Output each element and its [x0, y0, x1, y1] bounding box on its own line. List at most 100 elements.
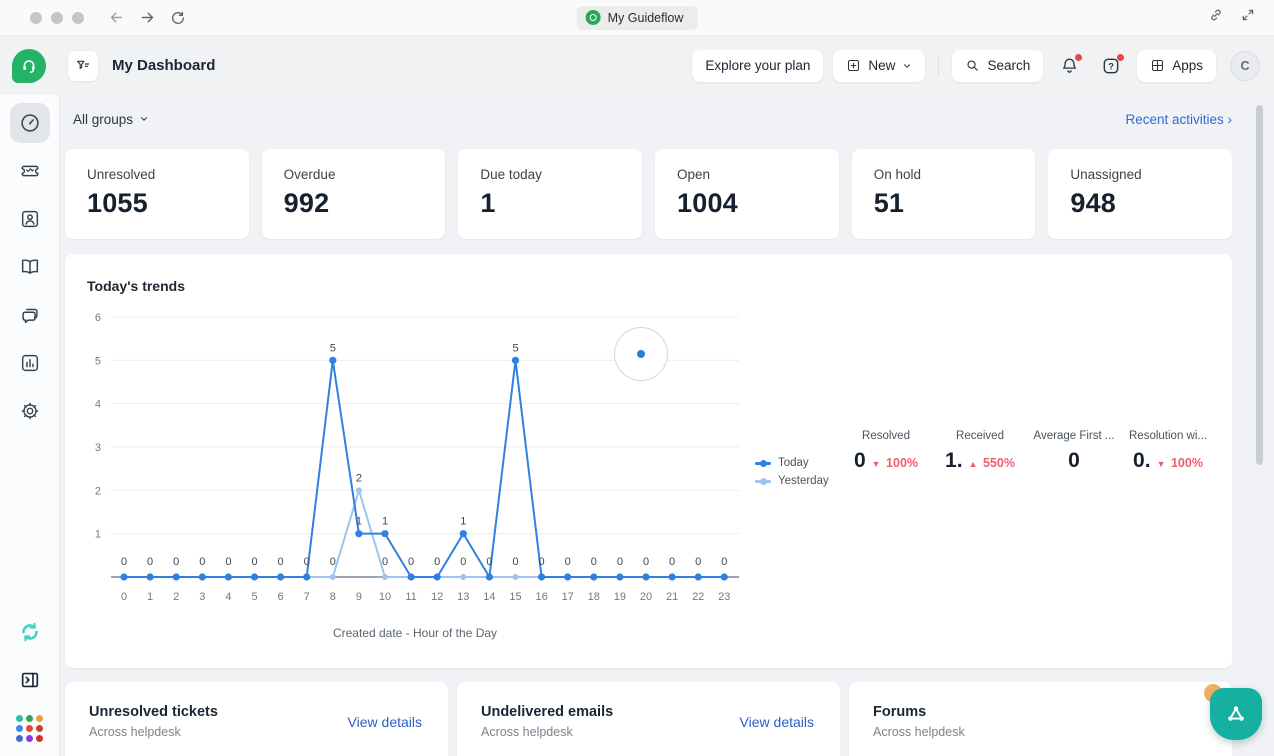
apps-button[interactable]: Apps	[1137, 50, 1216, 82]
svg-text:5: 5	[330, 342, 336, 354]
header-divider	[938, 56, 939, 76]
fullscreen-icon[interactable]	[1240, 7, 1256, 28]
stat-card-label: Unassigned	[1070, 167, 1210, 182]
sidebar-item-tickets[interactable]	[10, 151, 50, 191]
svg-text:0: 0	[486, 556, 492, 568]
stat-card[interactable]: Unresolved1055	[65, 149, 249, 239]
app-header: My Dashboard Explore your plan New Searc…	[0, 36, 1274, 95]
svg-text:0: 0	[695, 556, 701, 568]
svg-text:0: 0	[147, 556, 153, 568]
stat-card[interactable]: Unassigned948	[1048, 149, 1232, 239]
vertical-scrollbar[interactable]	[1256, 105, 1263, 465]
svg-text:3: 3	[199, 591, 205, 603]
share-link-icon[interactable]	[1208, 7, 1224, 28]
freshdesk-logo[interactable]	[12, 49, 46, 83]
svg-text:14: 14	[483, 591, 495, 603]
bottom-card-subtitle: Across helpdesk	[89, 725, 218, 739]
svg-text:0: 0	[304, 556, 310, 568]
dashboard-filter-button[interactable]	[68, 51, 98, 81]
arrow-up-icon: ▲	[969, 459, 978, 469]
stat-card[interactable]: Open1004	[655, 149, 839, 239]
metric-change: ▲ 550%	[969, 456, 1015, 470]
sync-icon	[18, 620, 42, 644]
metric-value: 1.	[945, 449, 963, 473]
bottom-card[interactable]: ForumsAcross helpdesk	[849, 682, 1232, 756]
chevron-down-icon	[902, 61, 912, 71]
legend-item[interactable]: Today	[755, 457, 829, 469]
browser-tab[interactable]: My Guideflow	[577, 6, 698, 30]
tab-favicon	[586, 10, 601, 25]
view-details-link[interactable]: View details	[348, 714, 422, 730]
stats-row: Unresolved1055Overdue992Due today1Open10…	[65, 149, 1232, 239]
sidebar-item-expand-panel[interactable]	[10, 660, 50, 700]
recent-activities-link[interactable]: Recent activities ›	[1125, 112, 1232, 127]
notifications-button[interactable]	[1053, 50, 1085, 82]
back-icon[interactable]	[108, 9, 125, 26]
view-details-link[interactable]: View details	[740, 714, 814, 730]
sidebar-item-sync[interactable]	[10, 612, 50, 652]
freshworks-widget-button[interactable]	[1210, 688, 1262, 740]
stat-card[interactable]: On hold51	[852, 149, 1036, 239]
reload-icon[interactable]	[170, 10, 186, 26]
sidebar-item-dashboard[interactable]	[10, 103, 50, 143]
stat-card[interactable]: Overdue992	[262, 149, 446, 239]
svg-text:0: 0	[382, 556, 388, 568]
tab-title: My Guideflow	[608, 11, 684, 25]
groups-dropdown[interactable]: All groups	[73, 112, 149, 127]
explore-plan-label: Explore your plan	[705, 58, 810, 73]
svg-text:0: 0	[225, 556, 231, 568]
chevron-down-icon	[139, 114, 149, 124]
chat-bubbles-icon	[19, 304, 41, 326]
legend-item[interactable]: Yesterday	[755, 475, 829, 487]
svg-text:0: 0	[330, 556, 336, 568]
svg-text:22: 22	[692, 591, 704, 603]
window-dot[interactable]	[51, 12, 63, 24]
window-controls[interactable]	[30, 12, 84, 24]
metric-label: Received	[938, 430, 1022, 442]
main-content: All groups Recent activities › Unresolve…	[60, 95, 1274, 756]
help-button[interactable]: ?	[1095, 50, 1127, 82]
sidebar-item-admin[interactable]	[10, 391, 50, 431]
arrow-down-icon: ▼	[872, 459, 881, 469]
svg-text:20: 20	[640, 591, 652, 603]
bottom-cards-row: Unresolved ticketsAcross helpdeskView de…	[65, 682, 1232, 756]
new-button[interactable]: New	[833, 50, 925, 82]
metric: Average First ...0	[1032, 430, 1116, 473]
browser-chrome: My Guideflow	[0, 0, 1274, 36]
dashboard-gauge-icon	[19, 112, 41, 134]
sidebar-item-analytics[interactable]	[10, 343, 50, 383]
svg-text:5: 5	[251, 591, 257, 603]
bottom-card-title: Forums	[873, 704, 965, 720]
window-dot[interactable]	[30, 12, 42, 24]
sidebar-item-forums[interactable]	[10, 295, 50, 335]
filter-icon	[75, 58, 91, 74]
svg-text:?: ?	[1108, 61, 1114, 71]
bottom-card[interactable]: Undelivered emailsAcross helpdeskView de…	[457, 682, 840, 756]
legend-label: Today	[778, 457, 809, 469]
sidebar-item-solutions[interactable]	[10, 247, 50, 287]
search-button[interactable]: Search	[952, 50, 1043, 82]
metric-value: 0	[854, 449, 866, 473]
svg-text:5: 5	[95, 355, 101, 367]
window-dot[interactable]	[72, 12, 84, 24]
user-avatar[interactable]: C	[1230, 51, 1260, 81]
svg-text:4: 4	[95, 399, 101, 411]
svg-text:2: 2	[95, 485, 101, 497]
bottom-card[interactable]: Unresolved ticketsAcross helpdeskView de…	[65, 682, 448, 756]
stat-card[interactable]: Due today1	[458, 149, 642, 239]
explore-plan-button[interactable]: Explore your plan	[692, 50, 823, 82]
svg-text:0: 0	[278, 556, 284, 568]
sidebar-item-app-switcher[interactable]	[10, 708, 50, 748]
trends-title: Today's trends	[87, 278, 185, 294]
help-badge	[1117, 54, 1124, 61]
search-icon	[965, 58, 980, 73]
forward-icon[interactable]	[139, 9, 156, 26]
stat-card-value: 992	[284, 188, 424, 219]
svg-text:0: 0	[617, 556, 623, 568]
svg-text:0: 0	[565, 556, 571, 568]
groups-label: All groups	[73, 112, 133, 127]
svg-text:1: 1	[95, 529, 101, 541]
expand-panel-icon	[19, 669, 41, 691]
sidebar-item-contacts[interactable]	[10, 199, 50, 239]
svg-text:23: 23	[718, 591, 730, 603]
